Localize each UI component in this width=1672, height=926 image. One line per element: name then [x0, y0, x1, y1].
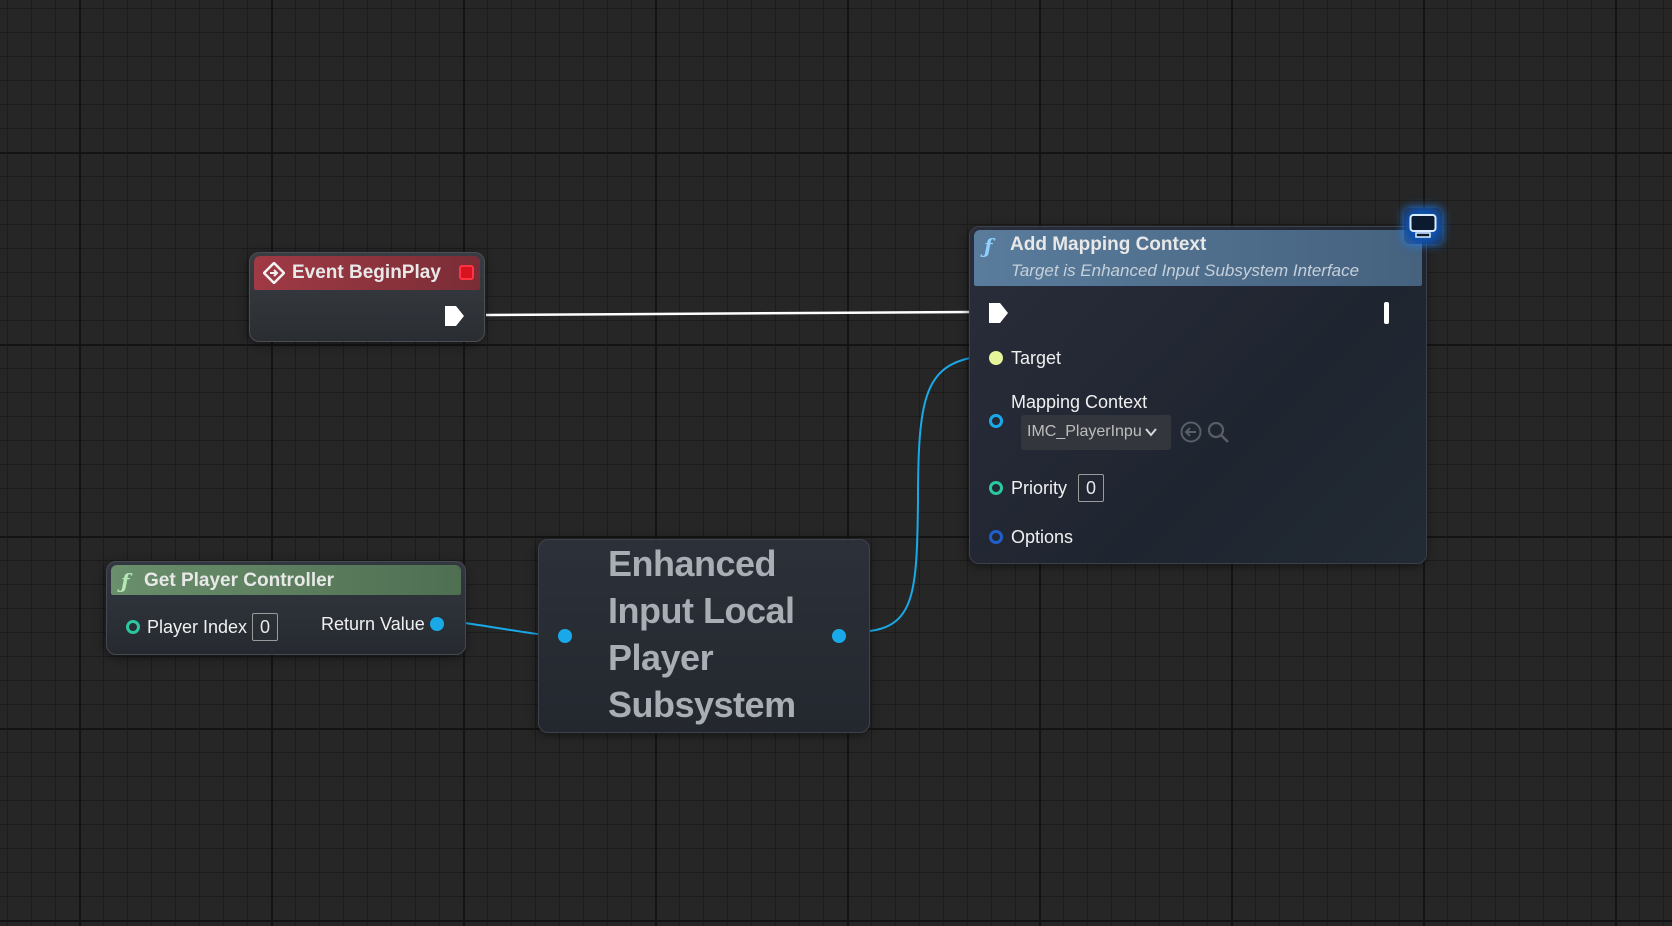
player-index-label: Player Index: [147, 617, 248, 637]
add-mapping-context-header: ƒ Add Mapping Context Target is Enhanced…: [974, 230, 1422, 286]
breakpoint-icon[interactable]: [459, 265, 474, 280]
return-value-pin[interactable]: [430, 617, 444, 631]
get-player-controller-header: ƒ Get Player Controller: [111, 565, 461, 595]
event-begin-play-node[interactable]: Event BeginPlay: [249, 252, 485, 342]
target-label: Target: [1011, 348, 1062, 368]
monitor-icon: [1404, 208, 1442, 244]
subsystem-node[interactable]: Enhanced Input Local Player Subsystem: [538, 539, 870, 733]
subsystem-title: Enhanced Input Local Player Subsystem: [608, 543, 796, 725]
exec-out-pin[interactable]: [443, 305, 465, 327]
player-index-input[interactable]: 0: [252, 613, 278, 641]
player-index-pin[interactable]: [126, 620, 140, 634]
exec-out-pin-bar[interactable]: [1384, 302, 1389, 324]
event-begin-play-title: Event BeginPlay: [292, 262, 441, 283]
function-icon: ƒ: [121, 569, 130, 593]
get-player-controller-title: Get Player Controller: [144, 570, 335, 591]
chevron-down-icon: [1145, 428, 1157, 437]
use-selected-asset-icon[interactable]: [1179, 420, 1203, 444]
browse-asset-icon[interactable]: [1206, 420, 1230, 444]
target-pin[interactable]: [989, 351, 1003, 365]
mapping-context-pin[interactable]: [989, 414, 1003, 428]
player-controller-wire: [464, 622, 539, 635]
function-icon: ƒ: [984, 234, 993, 258]
subsystem-input-pin[interactable]: [558, 629, 572, 643]
event-icon: [263, 262, 285, 284]
mapping-context-label: Mapping Context: [1011, 392, 1148, 412]
exec-in-pin[interactable]: [987, 302, 1009, 324]
add-mapping-context-node[interactable]: ƒ Add Mapping Context Target is Enhanced…: [969, 226, 1427, 564]
options-pin[interactable]: [989, 530, 1003, 544]
get-player-controller-node[interactable]: ƒ Get Player Controller Player Index 0 R…: [106, 561, 466, 655]
priority-label: Priority: [1011, 478, 1068, 498]
subsystem-output-pin[interactable]: [832, 629, 846, 643]
event-header: Event BeginPlay: [254, 256, 480, 290]
return-value-label: Return Value: [321, 614, 425, 634]
priority-input[interactable]: 0: [1078, 474, 1104, 502]
subsystem-target-wire: [869, 357, 971, 632]
mapping-context-dropdown[interactable]: IMC_PlayerInpu: [1021, 415, 1171, 450]
add-mapping-context-title: Add Mapping Context: [1010, 234, 1207, 255]
mapping-context-value: IMC_PlayerInpu: [1027, 423, 1141, 440]
options-label: Options: [1011, 527, 1074, 547]
add-mapping-context-subtitle: Target is Enhanced Input Subsystem Inter…: [1011, 261, 1360, 280]
exec-wire: [485, 310, 971, 317]
priority-pin[interactable]: [989, 481, 1003, 495]
